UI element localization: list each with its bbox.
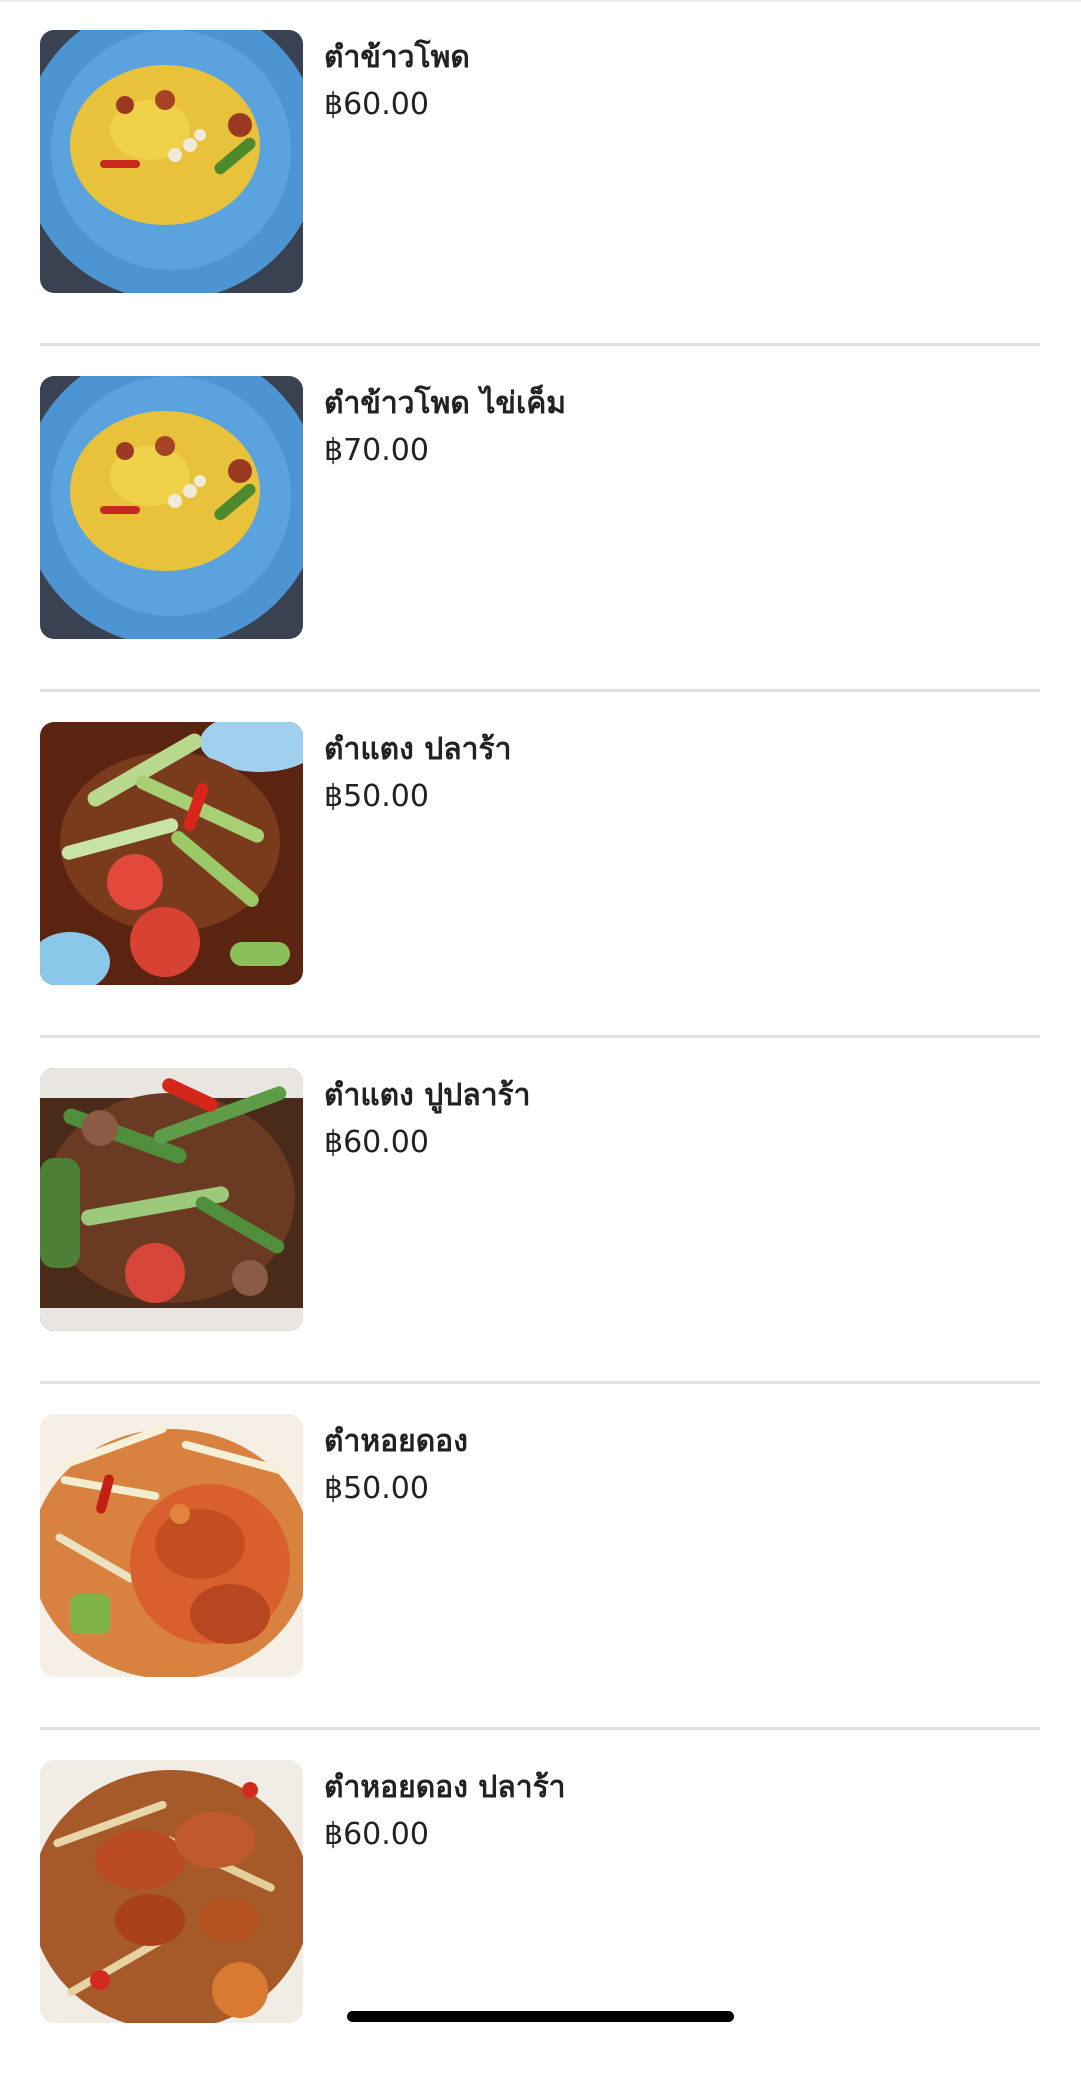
menu-item[interactable]: ตำหอยดอง ปลาร้า ฿60.00	[40, 1730, 1040, 2076]
corn-salad-salted-egg-photo	[40, 376, 303, 639]
item-price: ฿50.00	[324, 779, 429, 814]
item-name: ตำหอยดอง	[324, 1424, 468, 1459]
menu-item[interactable]: ตำแตง ปลาร้า ฿50.00	[40, 692, 1040, 1038]
menu-item[interactable]: ตำข้าวโพด ฿60.00	[40, 0, 1040, 346]
item-name: ตำแตง ปลาร้า	[324, 732, 512, 767]
cucumber-salad-pla-ra-photo	[40, 722, 303, 985]
item-price: ฿70.00	[324, 433, 429, 468]
item-price: ฿60.00	[324, 1125, 429, 1160]
corn-salad-photo	[40, 30, 303, 293]
menu-item[interactable]: ตำข้าวโพด ไข่เค็ม ฿70.00	[40, 346, 1040, 692]
item-name: ตำหอยดอง ปลาร้า	[324, 1770, 566, 1805]
home-indicator[interactable]	[347, 2011, 734, 2022]
menu-item[interactable]: ตำหอยดอง ฿50.00	[40, 1384, 1040, 1730]
item-name: ตำข้าวโพด	[324, 40, 470, 75]
item-price: ฿50.00	[324, 1471, 429, 1506]
cucumber-salad-crab-pla-ra-photo	[40, 1068, 303, 1331]
pickled-clam-salad-photo	[40, 1414, 303, 1677]
menu-item[interactable]: ตำแตง ปูปลาร้า ฿60.00	[40, 1038, 1040, 1384]
item-name: ตำข้าวโพด ไข่เค็ม	[324, 386, 567, 421]
item-price: ฿60.00	[324, 1817, 429, 1852]
item-price: ฿60.00	[324, 87, 429, 122]
pickled-clam-salad-pla-ra-photo	[40, 1760, 303, 2023]
item-name: ตำแตง ปูปลาร้า	[324, 1078, 531, 1113]
